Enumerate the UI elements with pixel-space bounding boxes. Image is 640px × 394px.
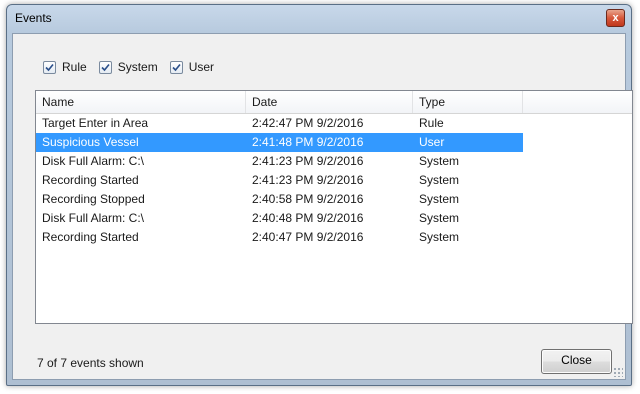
table-row[interactable]: Target Enter in Area 2:42:47 PM 9/2/2016… (36, 114, 632, 133)
column-header-type[interactable]: Type (413, 91, 523, 113)
close-button[interactable]: Close (541, 349, 612, 374)
event-date: 2:40:58 PM 9/2/2016 (252, 192, 364, 206)
event-type: Rule (419, 116, 444, 130)
user-checkbox[interactable] (169, 60, 183, 74)
filter-system[interactable]: System (98, 60, 158, 74)
event-name: Recording Stopped (42, 192, 145, 206)
table-row[interactable]: Recording Started 2:40:47 PM 9/2/2016 Sy… (36, 228, 632, 247)
filter-rule[interactable]: Rule (43, 60, 87, 74)
window-close-button[interactable]: x (606, 9, 625, 27)
checkmark-icon (45, 63, 54, 71)
table-row[interactable]: Recording Started 2:41:23 PM 9/2/2016 Sy… (36, 171, 632, 190)
column-header-name[interactable]: Name (36, 91, 246, 113)
table-row[interactable]: Recording Stopped 2:40:58 PM 9/2/2016 Sy… (36, 190, 632, 209)
rule-label: Rule (62, 60, 87, 74)
events-window: Events x Rule System User Name Date Type… (6, 4, 633, 386)
checkmark-icon (101, 63, 110, 71)
table-row[interactable]: Disk Full Alarm: C:\ 2:40:48 PM 9/2/2016… (36, 209, 632, 228)
event-type: System (419, 211, 460, 225)
resize-grip-icon[interactable] (613, 367, 623, 377)
system-label: System (117, 60, 158, 74)
close-icon: x (612, 12, 619, 24)
filter-user[interactable]: User (169, 60, 215, 74)
column-header-date[interactable]: Date (246, 91, 413, 113)
event-name: Target Enter in Area (42, 116, 149, 130)
event-date: 2:42:47 PM 9/2/2016 (252, 116, 364, 130)
system-checkbox[interactable] (98, 60, 112, 74)
event-name: Suspicious Vessel (36, 133, 246, 152)
event-type: System (419, 192, 460, 206)
event-type: System (419, 173, 460, 187)
event-type: System (419, 230, 460, 244)
event-date: 2:41:23 PM 9/2/2016 (252, 154, 364, 168)
table-row[interactable]: Disk Full Alarm: C:\ 2:41:23 PM 9/2/2016… (36, 152, 632, 171)
column-header-filler (523, 91, 632, 113)
rule-checkbox[interactable] (43, 60, 56, 74)
filter-bar: Rule System User (43, 58, 226, 76)
checkmark-icon (172, 63, 181, 71)
event-name: Disk Full Alarm: C:\ (42, 154, 145, 168)
event-name: Recording Started (42, 230, 139, 244)
window-title: Events (15, 11, 52, 25)
event-date: 2:41:48 PM 9/2/2016 (246, 133, 413, 152)
title-bar[interactable]: Events x (7, 5, 631, 33)
event-type: System (419, 154, 460, 168)
event-type: User (413, 133, 523, 152)
event-date: 2:40:48 PM 9/2/2016 (252, 211, 364, 225)
events-count-status: 7 of 7 events shown (37, 356, 144, 370)
event-name: Disk Full Alarm: C:\ (42, 211, 145, 225)
dialog-body: Rule System User Name Date Type Target E… (12, 33, 633, 380)
table-row-selected[interactable]: Suspicious Vessel 2:41:48 PM 9/2/2016 Us… (36, 133, 632, 152)
user-label: User (188, 60, 215, 74)
list-header: Name Date Type (36, 91, 632, 114)
event-date: 2:40:47 PM 9/2/2016 (252, 230, 364, 244)
event-name: Recording Started (42, 173, 139, 187)
events-list[interactable]: Name Date Type Target Enter in Area 2:42… (35, 90, 633, 324)
event-date: 2:41:23 PM 9/2/2016 (252, 173, 364, 187)
